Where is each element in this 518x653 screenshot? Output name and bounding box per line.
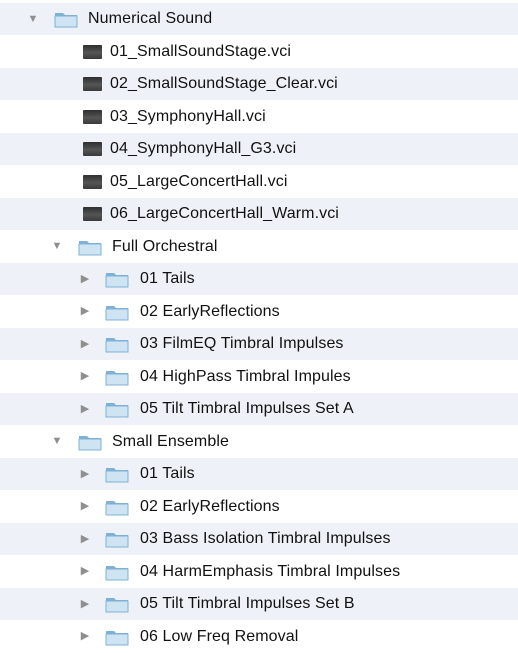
folder-icon	[105, 628, 129, 646]
folder-icon	[78, 433, 102, 451]
item-label: 01 Tails	[140, 465, 195, 482]
file-tree: ▼ Numerical Sound 01_SmallSoundStage.vci 02…	[0, 0, 518, 645]
folder-row[interactable]: ▶ 02 EarlyReflections	[0, 491, 518, 523]
vci-file-icon	[83, 174, 102, 189]
folder-icon	[105, 400, 129, 418]
item-label: 05 Tilt Timbral Impulses Set A	[140, 400, 354, 417]
folder-icon	[105, 530, 129, 548]
item-label: Numerical Sound	[88, 10, 213, 27]
folder-row[interactable]: ▶ 01 Tails	[0, 263, 518, 295]
file-row[interactable]: 02_SmallSoundStage_Clear.vci	[0, 68, 518, 100]
item-label: 03 Bass Isolation Timbral Impulses	[140, 530, 391, 547]
disclosure-triangle-right-icon[interactable]: ▶	[78, 402, 92, 416]
item-label: 06 Low Freq Removal	[140, 627, 299, 645]
file-row[interactable]: 05_LargeConcertHall.vci	[0, 166, 518, 198]
item-label: Small Ensemble	[112, 432, 230, 450]
disclosure-triangle-down-icon[interactable]: ▼	[50, 435, 64, 449]
disclosure-triangle-right-icon[interactable]: ▶	[78, 305, 92, 319]
folder-row[interactable]: ▶ 02 EarlyReflections	[0, 296, 518, 328]
file-row[interactable]: 01_SmallSoundStage.vci	[0, 36, 518, 68]
folder-row[interactable]: ▶ 06 Low Freq Removal	[0, 621, 518, 653]
folder-icon	[105, 368, 129, 386]
disclosure-triangle-down-icon[interactable]: ▼	[50, 240, 64, 254]
file-row[interactable]: 06_LargeConcertHall_Warm.vci	[0, 198, 518, 230]
folder-icon	[105, 595, 129, 613]
item-label: 02 EarlyReflections	[140, 302, 280, 320]
disclosure-triangle-right-icon[interactable]: ▶	[78, 500, 92, 514]
vci-file-icon	[83, 44, 102, 59]
item-label: 02 EarlyReflections	[140, 497, 280, 515]
vci-file-icon	[83, 109, 102, 124]
disclosure-triangle-right-icon[interactable]: ▶	[78, 597, 92, 611]
folder-icon	[105, 563, 129, 581]
folder-row[interactable]: ▶ 04 HighPass Timbral Impules	[0, 361, 518, 393]
folder-icon	[105, 270, 129, 288]
item-label: 06_LargeConcertHall_Warm.vci	[110, 205, 339, 222]
folder-row[interactable]: ▶ 01 Tails	[0, 458, 518, 490]
folder-icon	[105, 498, 129, 516]
item-label: 01_SmallSoundStage.vci	[110, 42, 291, 60]
disclosure-triangle-right-icon[interactable]: ▶	[78, 467, 92, 481]
file-row[interactable]: 03_SymphonyHall.vci	[0, 101, 518, 133]
vci-file-icon	[83, 77, 102, 91]
item-label: 03_SymphonyHall.vci	[110, 107, 266, 125]
item-label: 01 Tails	[140, 270, 195, 287]
item-label: 04 HighPass Timbral Impules	[140, 367, 351, 385]
folder-icon	[105, 303, 129, 321]
disclosure-triangle-right-icon[interactable]: ▶	[78, 565, 92, 579]
folder-row-group[interactable]: ▼ Small Ensemble	[0, 426, 518, 458]
disclosure-triangle-right-icon[interactable]: ▶	[78, 272, 92, 286]
item-label: 05 Tilt Timbral Impulses Set B	[140, 595, 355, 612]
file-row[interactable]: 04_SymphonyHall_G3.vci	[0, 133, 518, 165]
folder-icon	[105, 465, 129, 483]
folder-icon	[78, 238, 102, 256]
item-label: 04 HarmEmphasis Timbral Impulses	[140, 562, 401, 580]
vci-file-icon	[83, 207, 102, 221]
folder-row-group[interactable]: ▼ Full Orchestral	[0, 231, 518, 263]
disclosure-triangle-down-icon[interactable]: ▼	[26, 12, 40, 26]
disclosure-triangle-right-icon[interactable]: ▶	[78, 630, 92, 644]
disclosure-triangle-right-icon[interactable]: ▶	[78, 532, 92, 546]
folder-row[interactable]: ▶ 05 Tilt Timbral Impulses Set B	[0, 588, 518, 620]
disclosure-triangle-right-icon[interactable]: ▶	[78, 370, 92, 384]
folder-row-root[interactable]: ▼ Numerical Sound	[0, 3, 518, 35]
folder-row[interactable]: ▶ 05 Tilt Timbral Impulses Set A	[0, 393, 518, 425]
folder-icon	[105, 335, 129, 353]
folder-icon	[54, 10, 78, 28]
vci-file-icon	[83, 142, 102, 156]
disclosure-triangle-right-icon[interactable]: ▶	[78, 337, 92, 351]
item-label: Full Orchestral	[112, 237, 218, 255]
folder-row[interactable]: ▶ 03 Bass Isolation Timbral Impulses	[0, 523, 518, 555]
item-label: 05_LargeConcertHall.vci	[110, 172, 288, 190]
folder-row[interactable]: ▶ 04 HarmEmphasis Timbral Impulses	[0, 556, 518, 588]
item-label: 02_SmallSoundStage_Clear.vci	[110, 75, 338, 92]
item-label: 03 FilmEQ Timbral Impulses	[140, 335, 344, 352]
item-label: 04_SymphonyHall_G3.vci	[110, 140, 297, 157]
folder-row[interactable]: ▶ 03 FilmEQ Timbral Impulses	[0, 328, 518, 360]
